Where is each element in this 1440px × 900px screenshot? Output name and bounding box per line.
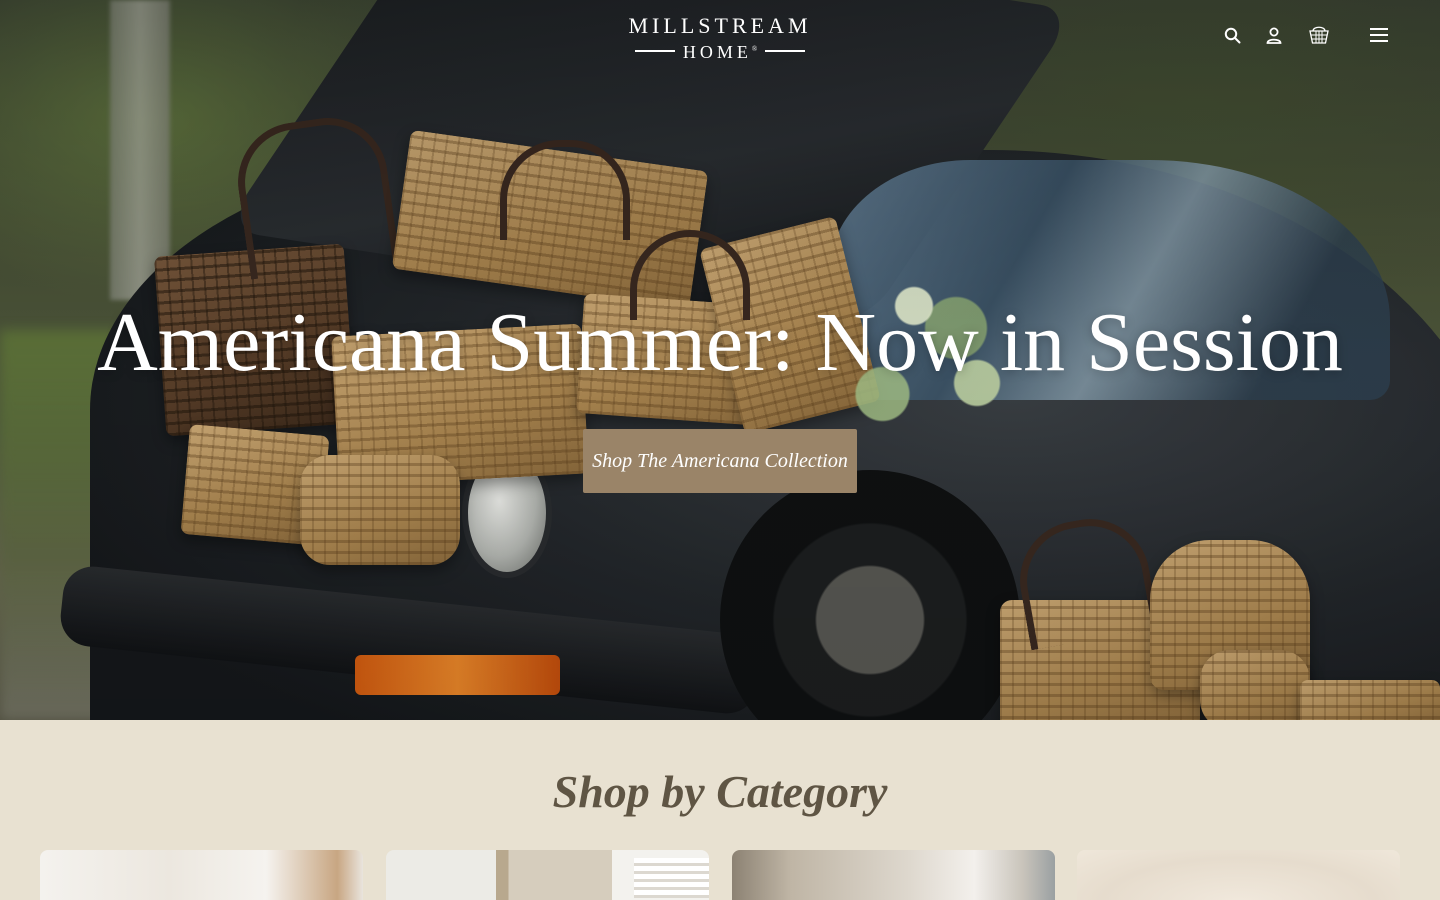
category-grid: [40, 850, 1400, 900]
category-card-3[interactable]: [732, 850, 1055, 900]
account-icon[interactable]: [1261, 22, 1287, 48]
search-icon[interactable]: [1219, 22, 1245, 48]
basket-cart-icon[interactable]: [1306, 22, 1332, 48]
logo-line-2: HOME: [682, 42, 752, 62]
shop-by-category-heading: Shop by Category: [552, 766, 888, 817]
registered-mark: ®: [751, 45, 758, 53]
hero-title: Americana Summer: Now in Session: [97, 296, 1343, 389]
site-logo[interactable]: MILLSTREAM HOME®: [620, 13, 820, 63]
logo-line-1: MILLSTREAM: [628, 13, 812, 38]
logo-rule-right: [765, 49, 806, 52]
category-card-1[interactable]: [40, 850, 363, 900]
category-card-4[interactable]: [1077, 850, 1400, 900]
menu-icon[interactable]: [1366, 22, 1392, 48]
logo-rule-left: [634, 49, 675, 52]
category-card-2[interactable]: [386, 850, 709, 900]
site-header: MILLSTREAM HOME®: [0, 0, 1440, 70]
shop-americana-button[interactable]: Shop The Americana Collection: [583, 429, 857, 493]
